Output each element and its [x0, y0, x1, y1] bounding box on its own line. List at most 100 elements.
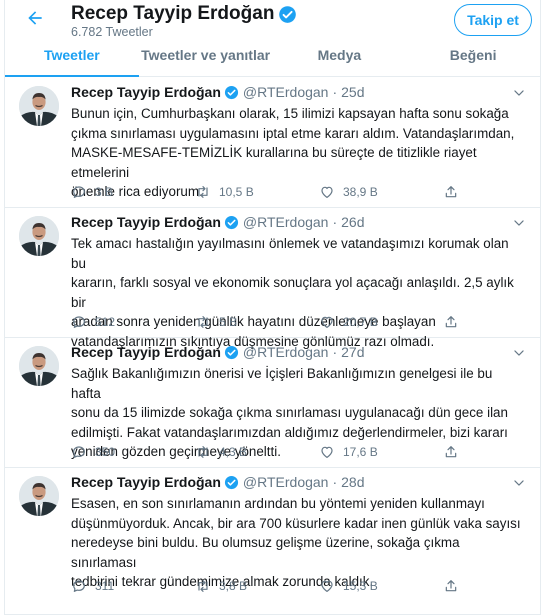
tweet-header: Recep Tayyip Erdoğan @RTErdogan · 28d	[71, 474, 365, 490]
tweet-actions: 512 5 B 20,7 B	[71, 314, 467, 330]
verified-badge-icon	[224, 475, 238, 489]
reply-count: 3 B	[95, 185, 114, 199]
tab-tweets-and-replies[interactable]: Tweetler ve yanıtlar	[139, 40, 273, 76]
tweet-author-name[interactable]: Recep Tayyip Erdoğan	[71, 474, 221, 490]
reply-count: 350	[95, 445, 116, 459]
avatar-portrait-icon	[19, 216, 59, 256]
reply-icon	[73, 186, 85, 198]
reply-icon	[73, 580, 85, 592]
tweet-actions: 311 3,8 B 15,3 B	[71, 578, 467, 594]
reply-button[interactable]: 311	[71, 578, 195, 594]
chevron-down-icon[interactable]	[512, 476, 526, 490]
share-button[interactable]	[443, 444, 467, 460]
profile-name-row: Recep Tayyip Erdoğan	[71, 3, 297, 25]
tweet-author-name[interactable]: Recep Tayyip Erdoğan	[71, 214, 221, 230]
reply-button[interactable]: 350	[71, 444, 195, 460]
retweet-button[interactable]: 10,5 B	[195, 184, 319, 200]
like-count: 38,9 B	[343, 185, 378, 199]
chevron-down-icon[interactable]	[512, 86, 526, 100]
tweet[interactable]: Recep Tayyip Erdoğan @RTErdogan · 25d Bu…	[5, 78, 540, 208]
share-icon	[445, 580, 457, 592]
avatar-portrait-icon	[19, 346, 59, 386]
tab-media[interactable]: Medya	[273, 40, 407, 76]
reply-icon	[73, 446, 85, 458]
separator-dot: ·	[332, 84, 338, 100]
avatar[interactable]	[19, 346, 59, 386]
separator-dot: ·	[332, 474, 338, 490]
tweet[interactable]: Recep Tayyip Erdoğan @RTErdogan · 27d Sa…	[5, 338, 540, 468]
separator-dot: ·	[332, 344, 338, 360]
retweet-button[interactable]: 5 B	[195, 314, 319, 330]
tweet-timestamp[interactable]: 25d	[341, 84, 364, 100]
like-button[interactable]: 38,9 B	[319, 184, 443, 200]
like-count: 20,7 B	[343, 315, 378, 329]
share-icon	[445, 186, 457, 198]
tweet-text-line: MASKE-MESAFE-TEMİZLİK kurallarına bu sür…	[71, 145, 477, 180]
tweet-actions: 3 B 10,5 B 38,9 B	[71, 184, 467, 200]
tweet-text-line: neredeyse bini buldu. Bu olumsuz gelişme…	[71, 535, 460, 570]
share-button[interactable]	[443, 578, 467, 594]
profile-name: Recep Tayyip Erdoğan	[71, 3, 275, 24]
reply-button[interactable]: 512	[71, 314, 195, 330]
heart-icon	[321, 186, 333, 198]
tweet-timestamp[interactable]: 27d	[341, 344, 364, 360]
chevron-down-icon[interactable]	[512, 216, 526, 230]
tweet-author-name[interactable]: Recep Tayyip Erdoğan	[71, 344, 221, 360]
tweet-handle[interactable]: @RTErdogan	[243, 84, 329, 100]
tweet-text-line: edilmişti. Fakat vatandaşlarımızdan aldı…	[71, 424, 508, 440]
like-button[interactable]: 17,6 B	[319, 444, 443, 460]
tweet-text: Tek amacı hastalığın yayılmasını önlemek…	[71, 234, 521, 351]
avatar[interactable]	[19, 86, 59, 126]
tweet-handle[interactable]: @RTErdogan	[243, 474, 329, 490]
share-button[interactable]	[443, 184, 467, 200]
tweet-text-line: düşünmüyorduk. Ancak, bir ara 700 küsurl…	[71, 515, 521, 531]
tweet-timestamp[interactable]: 28d	[341, 474, 364, 490]
retweet-icon	[198, 580, 208, 592]
tweet-count: 6.782 Tweetler	[71, 25, 153, 39]
tweet-actions: 350 4,3 B 17,6 B	[71, 444, 467, 460]
avatar-portrait-icon	[19, 476, 59, 516]
reply-button[interactable]: 3 B	[71, 184, 195, 200]
like-count: 15,3 B	[343, 579, 378, 593]
tweet-text: Esasen, en son sınırlamanın ardından bu …	[71, 494, 521, 592]
tweet-text-line: Tek amacı hastalığın yayılmasını önlemek…	[71, 236, 509, 271]
tweet[interactable]: Recep Tayyip Erdoğan @RTErdogan · 28d Es…	[5, 468, 540, 615]
tab-tweets[interactable]: Tweetler	[5, 40, 139, 77]
verified-badge-icon	[224, 85, 238, 99]
back-arrow-icon[interactable]	[25, 8, 45, 28]
tweet-handle[interactable]: @RTErdogan	[243, 214, 329, 230]
retweet-button[interactable]: 3,8 B	[195, 578, 319, 594]
retweet-count: 4,3 B	[219, 445, 248, 459]
verified-badge-icon	[224, 215, 238, 229]
tweet-header: Recep Tayyip Erdoğan @RTErdogan · 25d	[71, 84, 365, 100]
retweet-icon	[198, 446, 208, 458]
avatar[interactable]	[19, 476, 59, 516]
tab-likes[interactable]: Beğeni	[406, 40, 540, 76]
tweet-text-line: çıkma sınırlaması uygulamasını iptal etm…	[71, 125, 515, 141]
avatar[interactable]	[19, 216, 59, 256]
retweet-count: 5 B	[219, 315, 238, 329]
profile-timeline: Recep Tayyip Erdoğan 6.782 Tweetler Taki…	[4, 0, 541, 615]
heart-icon	[321, 316, 333, 328]
share-button[interactable]	[443, 314, 467, 330]
like-button[interactable]: 20,7 B	[319, 314, 443, 330]
like-button[interactable]: 15,3 B	[319, 578, 443, 594]
retweet-button[interactable]: 4,3 B	[195, 444, 319, 460]
tweet-text-line: kararın, farklı sosyal ve ekonomik sonuç…	[71, 275, 514, 310]
profile-tabs: Tweetler Tweetler ve yanıtlar Medya Beğe…	[5, 40, 540, 77]
profile-header: Recep Tayyip Erdoğan 6.782 Tweetler Taki…	[5, 0, 540, 40]
tweet-text-line: sonu da 15 ilimizde sokağa çıkma sınırla…	[71, 405, 508, 420]
tweet-author-name[interactable]: Recep Tayyip Erdoğan	[71, 84, 221, 100]
tweet-handle[interactable]: @RTErdogan	[243, 344, 329, 360]
chevron-down-icon[interactable]	[512, 346, 526, 360]
tweet-timestamp[interactable]: 26d	[341, 214, 364, 230]
heart-icon	[321, 580, 333, 592]
follow-button[interactable]: Takip et	[454, 4, 532, 36]
share-icon	[445, 316, 457, 328]
tweet-text-line: Esasen, en son sınırlamanın ardından bu …	[71, 496, 485, 511]
retweet-icon	[198, 186, 208, 198]
tweet[interactable]: Recep Tayyip Erdoğan @RTErdogan · 26d Te…	[5, 208, 540, 349]
reply-count: 311	[95, 579, 115, 593]
tweet-header: Recep Tayyip Erdoğan @RTErdogan · 27d	[71, 344, 365, 360]
verified-badge-icon	[224, 345, 238, 359]
